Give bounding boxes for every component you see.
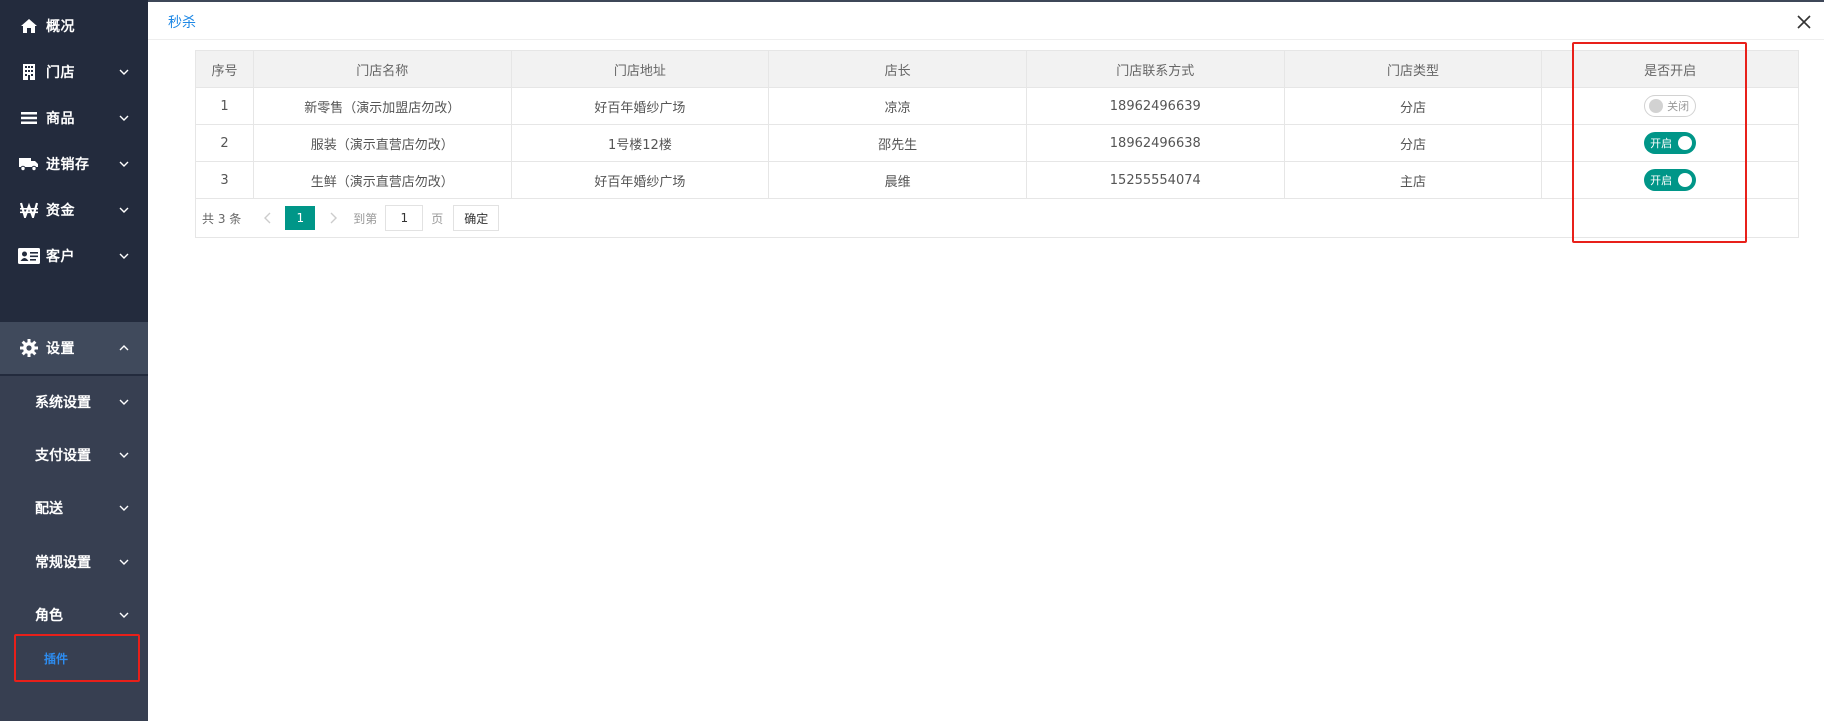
list-icon [18,107,40,129]
chevron-down-icon [118,556,130,568]
page-title: 秒杀 [168,15,196,31]
cell-store-address: 1号楼12楼 [512,125,770,161]
sidebar-item-label: 客户 [46,249,75,265]
next-page-icon[interactable] [323,206,343,230]
page-unit-label: 页 [431,211,444,226]
toggle-label: 关闭 [1667,100,1690,113]
sidebar-item-overview[interactable]: 概况 [0,0,148,52]
sidebar-subitem-general-settings[interactable]: 常规设置 [0,536,148,588]
toggle-knob [1678,136,1693,150]
sidebar-subitem-label: 角色 [35,608,63,624]
sidebar-subitem-label: 插件 [44,651,69,666]
sidebar-item-label: 进销存 [46,157,90,173]
sidebar-subitem-label: 配送 [35,501,63,517]
column-header: 门店类型 [1285,51,1543,87]
toggle-label: 开启 [1650,137,1673,150]
chevron-down-icon [118,66,130,78]
column-header: 店长 [769,51,1027,87]
confirm-button[interactable]: 确定 [453,205,500,231]
cell-store-address: 好百年婚纱广场 [512,162,770,198]
enable-toggle[interactable]: 开启 [1644,169,1697,191]
sidebar-item-inventory[interactable]: 进销存 [0,138,148,190]
cell-store-type: 分店 [1285,125,1543,161]
home-icon [18,15,40,37]
dialog-header: 秒杀 [148,2,1824,40]
sidebar-item-settings[interactable]: 设置 [0,322,148,374]
main-panel: 秒杀 序号 门店名称 门店地址 店长 门店联系方式 门店类型 是否开启 1 新零… [148,0,1824,721]
id-card-icon [18,245,40,267]
pagination: 共 3 条 1 到第 页 确定 [196,199,1798,237]
sidebar-subitem-label: 系统设置 [35,395,91,411]
truck-icon [18,153,40,175]
goto-page-input[interactable] [385,205,424,231]
chevron-down-icon [118,204,130,216]
chevron-down-icon [118,158,130,170]
column-header: 序号 [196,51,254,87]
table-row: 1 新零售（演示加盟店勿改） 好百年婚纱广场 凉凉 18962496639 分店… [196,88,1798,125]
column-header: 门店名称 [254,51,512,87]
store-table: 序号 门店名称 门店地址 店长 门店联系方式 门店类型 是否开启 1 新零售（演… [195,50,1799,238]
table-row: 2 服装（演示直营店勿改） 1号楼12楼 邵先生 18962496638 分店 … [196,125,1798,162]
cell-store-name: 服装（演示直营店勿改） [254,125,512,161]
chevron-down-icon [118,112,130,124]
cell-phone: 15255554074 [1027,162,1285,198]
sidebar-item-customers[interactable]: 客户 [0,230,148,282]
toggle-knob [1678,173,1693,187]
cell-enabled: 关闭 [1542,88,1798,124]
sidebar-item-label: 门店 [46,65,75,81]
column-header: 门店联系方式 [1027,51,1285,87]
cell-enabled: 开启 [1542,162,1798,198]
cell-phone: 18962496638 [1027,125,1285,161]
table-row: 3 生鲜（演示直营店勿改） 好百年婚纱广场 晨维 15255554074 主店 … [196,162,1798,199]
toggle-knob [1649,99,1664,113]
sidebar-item-products[interactable]: 商品 [0,92,148,144]
won-icon [18,199,40,221]
cell-enabled: 开启 [1542,125,1798,161]
cell-phone: 18962496639 [1027,88,1285,124]
cell-index: 3 [196,162,254,198]
sidebar-subitem-payment-settings[interactable]: 支付设置 [0,429,148,481]
cell-index: 1 [196,88,254,124]
sidebar-subitem-label: 常规设置 [35,555,91,571]
sidebar-subitem-plugins[interactable]: 插件 [14,634,140,682]
sidebar-item-stores[interactable]: 门店 [0,46,148,98]
total-count: 共 3 条 [202,211,242,226]
enable-toggle[interactable]: 关闭 [1644,95,1697,117]
chevron-down-icon [118,502,130,514]
sidebar: 概况 门店 商品 进销存 资金 客户 设置 系统设置 支付设置 配送 常规设置 … [0,0,148,721]
goto-label: 到第 [353,211,378,226]
close-icon[interactable] [1794,12,1814,32]
prev-page-icon[interactable] [257,206,277,230]
cell-manager: 邵先生 [769,125,1027,161]
toggle-label: 开启 [1650,174,1673,187]
chevron-up-icon [118,342,130,354]
sidebar-subitem-label: 支付设置 [35,448,91,464]
cell-index: 2 [196,125,254,161]
chevron-down-icon [118,250,130,262]
column-header: 门店地址 [512,51,770,87]
page-button-current[interactable]: 1 [285,206,316,230]
sidebar-item-label: 设置 [46,341,75,357]
sidebar-item-label: 商品 [46,111,75,127]
chevron-down-icon [118,396,130,408]
sidebar-item-label: 概况 [46,19,75,35]
sidebar-subitem-system-settings[interactable]: 系统设置 [0,376,148,428]
table-header-row: 序号 门店名称 门店地址 店长 门店联系方式 门店类型 是否开启 [196,51,1798,88]
cell-store-address: 好百年婚纱广场 [512,88,770,124]
cell-manager: 晨维 [769,162,1027,198]
chevron-down-icon [118,449,130,461]
sidebar-subitem-delivery[interactable]: 配送 [0,482,148,534]
cell-manager: 凉凉 [769,88,1027,124]
enable-toggle[interactable]: 开启 [1644,132,1697,154]
sidebar-item-finance[interactable]: 资金 [0,184,148,236]
cell-store-name: 新零售（演示加盟店勿改） [254,88,512,124]
gear-icon [18,337,40,359]
cell-store-type: 主店 [1285,162,1543,198]
column-header: 是否开启 [1644,63,1697,79]
sidebar-item-label: 资金 [46,203,75,219]
chevron-down-icon [118,609,130,621]
building-icon [18,61,40,83]
cell-store-name: 生鲜（演示直营店勿改） [254,162,512,198]
cell-store-type: 分店 [1285,88,1543,124]
